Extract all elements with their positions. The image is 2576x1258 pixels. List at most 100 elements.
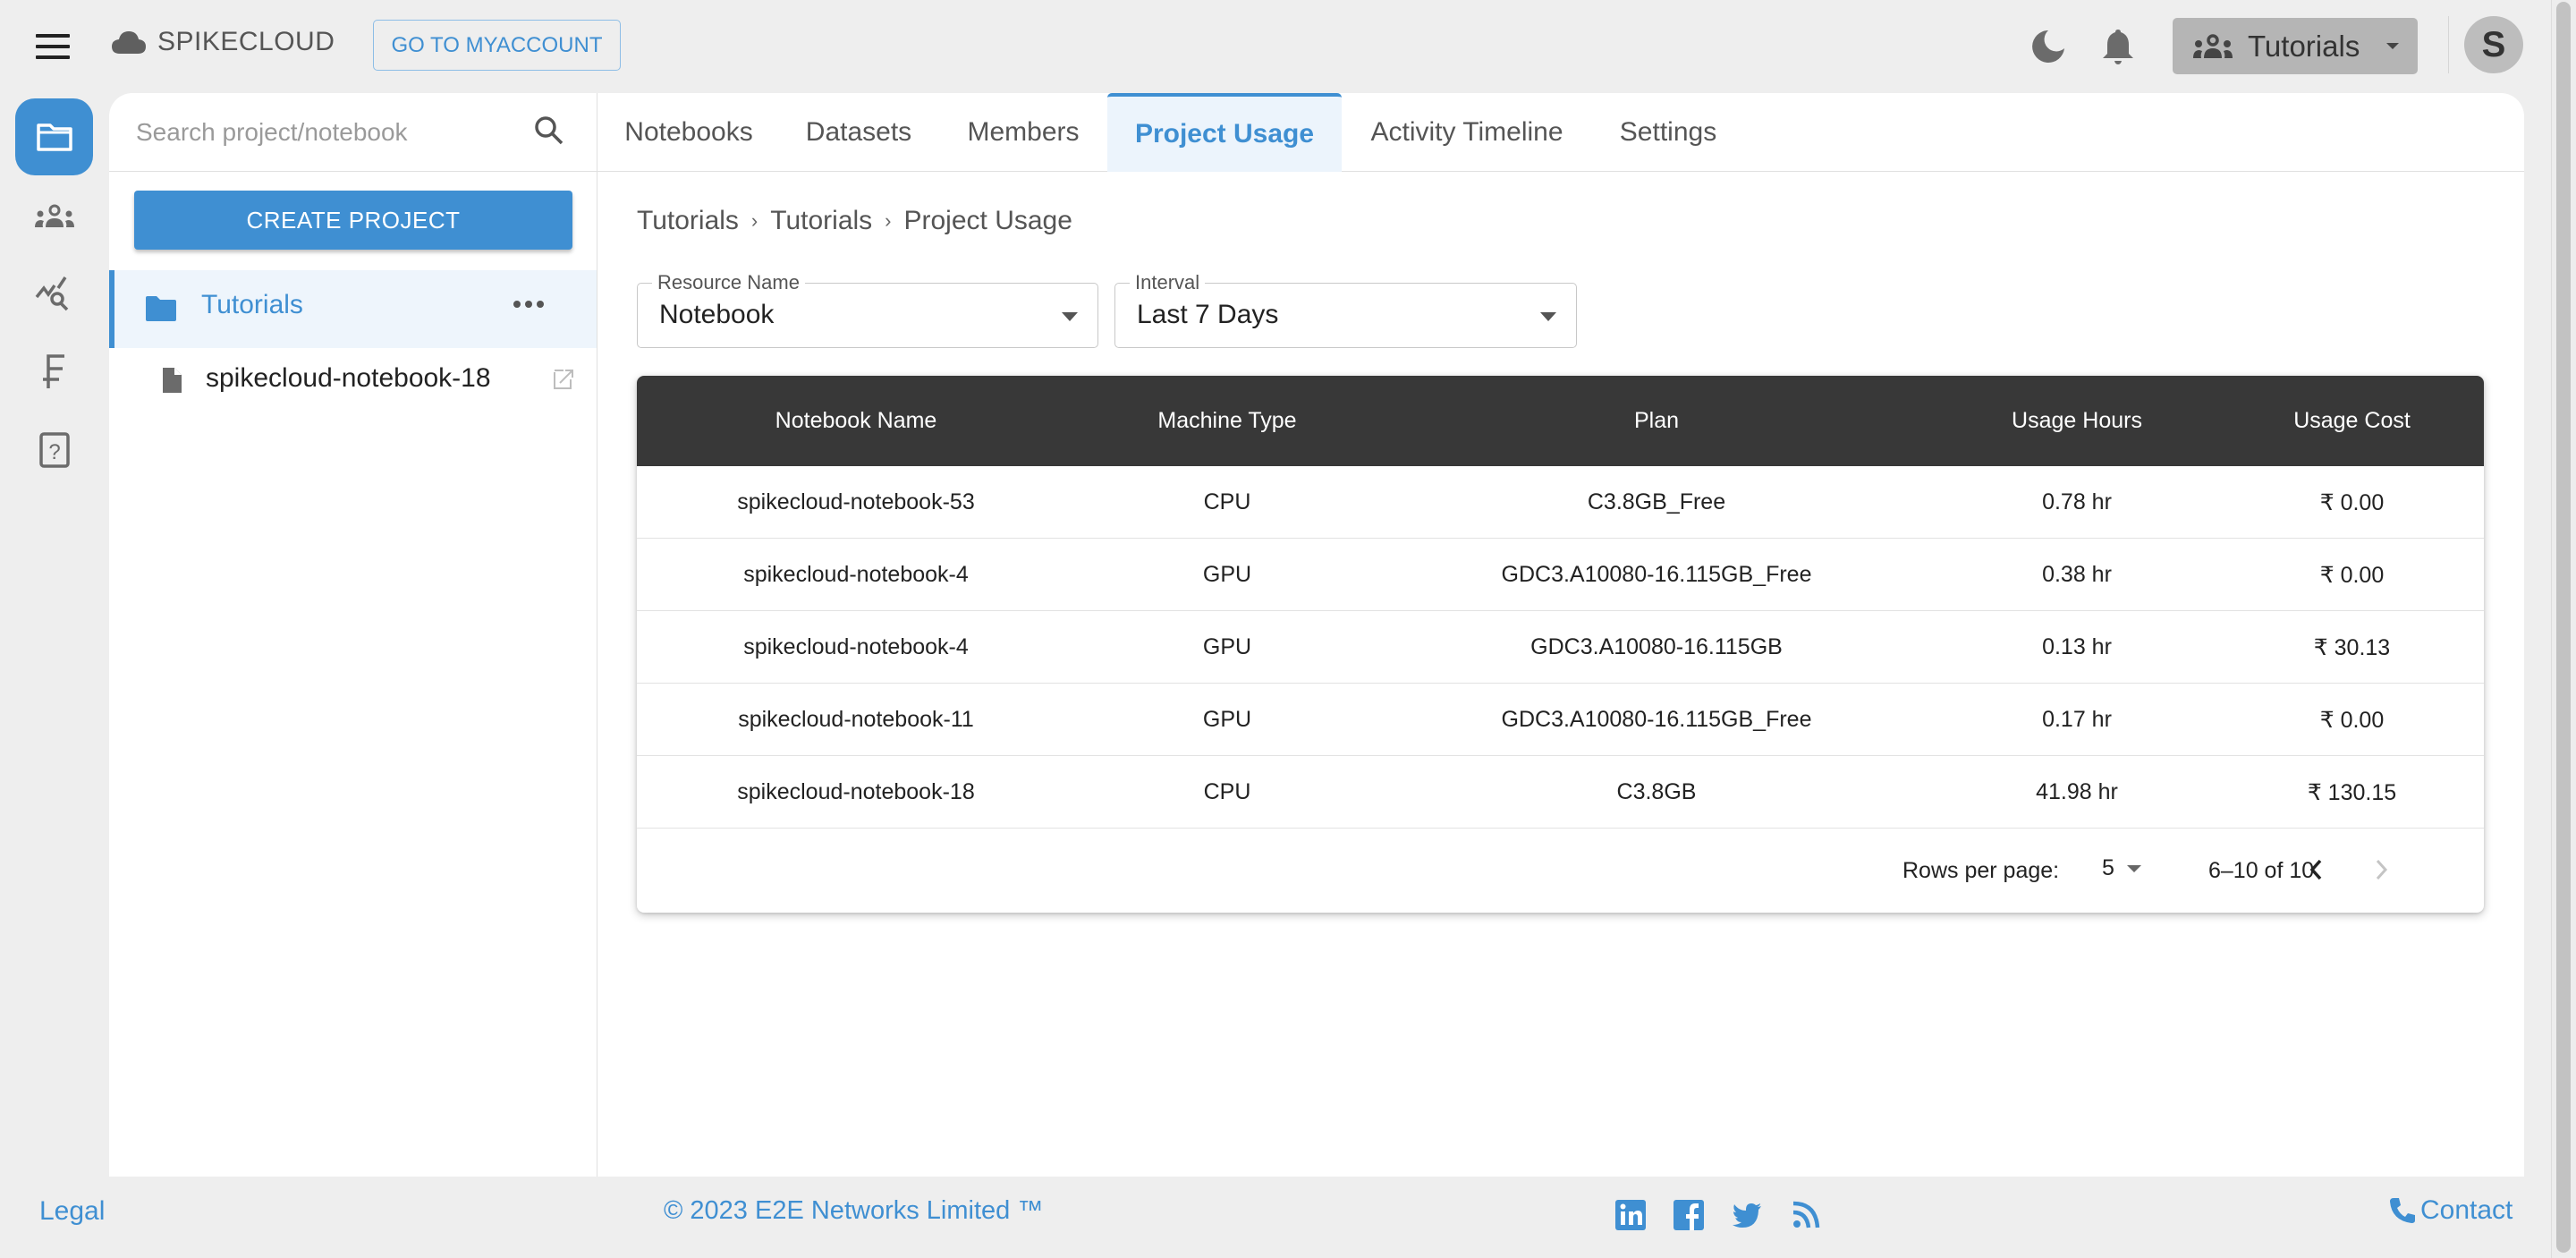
project-switcher-dropdown[interactable]: Tutorials (2173, 18, 2418, 74)
page-scrollbar-thumb[interactable] (2556, 2, 2571, 1253)
interval-select[interactable]: Interval Last 7 Days (1114, 271, 1577, 348)
cell-usage-hours: 0.78 hr (2042, 489, 2112, 514)
usage-table: Notebook Name Machine Type Plan Usage Ho… (637, 376, 2484, 913)
hamburger-icon-bar (36, 34, 70, 38)
tab-datasets[interactable]: Datasets (787, 93, 930, 172)
chevron-left-icon (2309, 859, 2322, 880)
notebook-name: spikecloud-notebook-18 (206, 363, 491, 393)
tab-notebooks[interactable]: Notebooks (608, 93, 769, 172)
user-avatar[interactable]: S (2464, 16, 2523, 73)
analytics-search-icon (35, 276, 68, 311)
cell-notebook-name: spikecloud-notebook-18 (737, 779, 975, 804)
rail-item-help[interactable]: ? (15, 412, 93, 489)
column-header-machine-type: Machine Type (1157, 408, 1297, 433)
tab-project-usage[interactable]: Project Usage (1107, 93, 1342, 172)
rows-per-page-value: 5 (2102, 855, 2114, 880)
rail-item-projects[interactable] (15, 98, 93, 175)
previous-page-button[interactable] (2299, 852, 2334, 888)
rail-item-billing[interactable] (15, 334, 93, 411)
brand-name: SPIKECLOUD (157, 27, 335, 56)
dark-mode-toggle[interactable] (2030, 29, 2066, 64)
divider (2448, 16, 2449, 73)
tab-members[interactable]: Members (948, 93, 1098, 172)
project-search-input[interactable] (136, 111, 512, 154)
column-header-usage-cost: Usage Cost (2293, 408, 2411, 433)
table-pagination: Rows per page: 5 6–10 of 10 (637, 829, 2484, 913)
bell-icon (2103, 30, 2133, 64)
column-header-usage-hours: Usage Hours (2012, 408, 2142, 433)
create-project-button[interactable]: CREATE PROJECT (134, 191, 572, 250)
linkedin-icon[interactable] (1614, 1199, 1647, 1231)
cell-plan: GDC3.A10080-16.115GB_Free (1501, 562, 1812, 587)
cell-usage-cost: ₹ 0.00 (2319, 707, 2385, 733)
cell-usage-hours: 0.38 hr (2042, 562, 2112, 587)
currency-icon (42, 354, 64, 388)
current-project-label: Tutorials (2248, 29, 2360, 63)
caret-down-icon (2126, 864, 2141, 872)
folder-icon (146, 296, 176, 321)
search-icon (535, 116, 564, 145)
table-row: spikecloud-notebook-53 CPU C3.8GB_Free 0… (637, 466, 2484, 539)
resource-name-select[interactable]: Resource Name Notebook (637, 271, 1098, 348)
more-dot-icon (525, 301, 532, 308)
project-more-options-button[interactable] (513, 301, 544, 313)
menu-toggle-button[interactable] (36, 34, 70, 59)
column-header-plan: Plan (1633, 408, 1680, 433)
tab-settings[interactable]: Settings (1601, 93, 1735, 172)
cell-usage-cost: ₹ 130.15 (2307, 779, 2397, 805)
breadcrumb-item[interactable]: Tutorials (637, 206, 739, 236)
cell-usage-cost: ₹ 30.13 (2313, 634, 2391, 660)
breadcrumb-item[interactable]: Tutorials (770, 206, 872, 236)
open-external-icon[interactable] (553, 369, 574, 390)
hamburger-icon-bar (36, 45, 70, 48)
contact-link[interactable]: Contact (2388, 1195, 2512, 1226)
facebook-icon[interactable] (1673, 1199, 1705, 1231)
cell-notebook-name: spikecloud-notebook-53 (737, 489, 975, 514)
rail-item-members[interactable] (15, 178, 93, 255)
table-row: spikecloud-notebook-11 GPU GDC3.A10080-1… (637, 684, 2484, 756)
phone-icon (2390, 1198, 2415, 1223)
table-row: spikecloud-notebook-4 GPU GDC3.A10080-16… (637, 611, 2484, 684)
breadcrumb-separator: › (885, 209, 892, 232)
breadcrumb-separator: › (750, 209, 758, 232)
cell-usage-cost: ₹ 0.00 (2319, 489, 2385, 515)
people-icon (34, 204, 74, 227)
caret-down-icon (2386, 43, 2400, 49)
interval-label: Interval (1130, 271, 1206, 294)
chevron-right-icon (2376, 859, 2388, 880)
cell-plan: GDC3.A10080-16.115GB (1530, 634, 1783, 659)
breadcrumb-current: Project Usage (903, 206, 1072, 235)
cell-notebook-name: spikecloud-notebook-4 (743, 634, 969, 659)
next-page-button[interactable] (2363, 852, 2399, 888)
rail-item-analytics[interactable] (15, 256, 93, 333)
project-name: Tutorials (201, 290, 303, 319)
notifications-button[interactable] (2100, 27, 2136, 66)
twitter-icon[interactable] (1731, 1199, 1763, 1231)
cell-plan: C3.8GB (1616, 779, 1697, 804)
more-dot-icon (537, 301, 544, 308)
table-row: spikecloud-notebook-18 CPU C3.8GB 41.98 … (637, 756, 2484, 829)
go-to-myaccount-button[interactable]: GO TO MYACCOUNT (373, 20, 621, 71)
cell-machine-type: CPU (1203, 489, 1251, 514)
contact-label: Contact (2420, 1195, 2513, 1225)
tab-activity-timeline[interactable]: Activity Timeline (1351, 93, 1583, 172)
legal-link[interactable]: Legal (39, 1196, 105, 1227)
cell-usage-hours: 0.17 hr (2042, 707, 2112, 732)
folder-icon (36, 123, 72, 151)
cell-usage-hours: 0.13 hr (2042, 634, 2112, 659)
cell-machine-type: CPU (1203, 779, 1251, 804)
more-dot-icon (513, 301, 521, 308)
table-header: Notebook Name Machine Type Plan Usage Ho… (637, 376, 2484, 466)
cell-plan: GDC3.A10080-16.115GB_Free (1501, 707, 1812, 732)
search-button[interactable] (533, 115, 565, 147)
caret-down-icon (1540, 312, 1556, 321)
cell-machine-type: GPU (1202, 707, 1252, 732)
rows-per-page-label: Rows per page: (1902, 858, 2060, 883)
rss-icon[interactable] (1789, 1199, 1821, 1231)
cell-machine-type: GPU (1202, 562, 1252, 587)
hamburger-icon-bar (36, 55, 70, 59)
table-row: spikecloud-notebook-4 GPU GDC3.A10080-16… (637, 539, 2484, 611)
interval-value: Last 7 Days (1137, 300, 1279, 329)
rows-per-page-select[interactable]: 5 (2102, 855, 2141, 881)
breadcrumb: Tutorials › Tutorials › Project Usage (637, 206, 1072, 236)
